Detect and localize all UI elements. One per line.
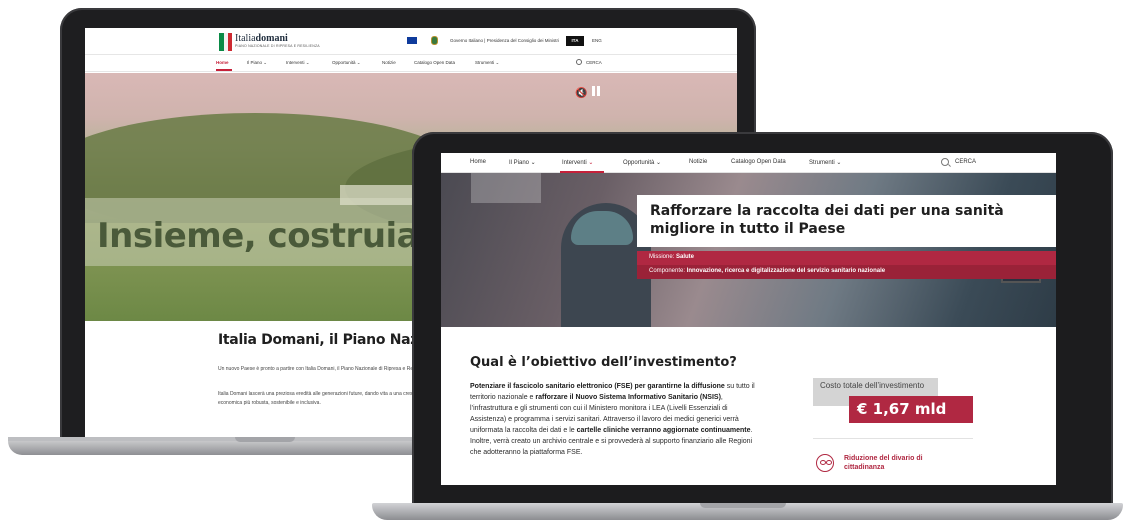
back-nav-catalogo[interactable]: Catalogo Open Data [414,60,455,65]
page-title: Rafforzare la raccolta dei dati per una … [650,203,1004,237]
nav-il-piano[interactable]: Il Piano ⌄ [509,159,536,166]
back-nav-active-underline [216,69,232,71]
component-label: Componente: [649,268,687,274]
investment-description: Potenziare il fascicolo sanitario elettr… [470,383,755,456]
back-paragraph-2: Italia Domani lascerà una preziosa eredi… [218,391,421,406]
back-nav-strumenti[interactable]: Strumenti ⌄ [475,60,499,66]
search-icon[interactable] [576,59,582,65]
search-label[interactable]: CERCA [955,159,976,165]
nav-home[interactable]: Home [470,159,486,165]
back-nav-il-piano[interactable]: Il Piano ⌄ [247,60,267,66]
nav-notizie[interactable]: Notizie [689,159,707,165]
lang-ita-button[interactable]: ITA [566,36,584,46]
cost-value: € 1,67 mld [857,400,947,418]
pause-icon[interactable] [592,86,601,96]
section-heading: Qual è l’obiettivo dell’investimento? [470,355,737,370]
back-search-label[interactable]: CERCA [586,60,602,65]
emblem-icon [431,36,438,45]
component-strip: Componente: Innovazione, ricerca e digit… [637,265,1056,279]
back-paragraph-1: Un nuovo Paese è pronto a partire con It… [218,366,432,372]
nav-opportunita[interactable]: Opportunità ⌄ [623,159,661,166]
mission-value[interactable]: Salute [676,254,694,260]
mission-label: Missione: [649,254,677,260]
back-nav-home[interactable]: Home [216,60,229,65]
front-laptop-screen: Home Il Piano ⌄ Interventi ⌄ Opportunità… [441,153,1056,485]
back-nav-opportunita[interactable]: Opportunità ⌄ [332,60,361,66]
lang-eng-button[interactable]: ENG [592,38,602,43]
goal-link[interactable]: Riduzione del divario di cittadinanza [844,454,954,472]
mute-icon[interactable]: 🔇 [575,88,587,99]
back-laptop-notch [235,437,295,442]
front-main-nav: Home Il Piano ⌄ Interventi ⌄ Opportunità… [441,153,1056,173]
devices-mockup: Italiadomani PIANO NAZIONALE DI RIPRESA … [0,0,1123,523]
nav-catalogo[interactable]: Catalogo Open Data [731,159,786,165]
citizenship-icon [816,454,834,472]
search-icon[interactable] [941,158,949,166]
eu-flag-icon [407,37,417,44]
cost-value-box: € 1,67 mld [849,396,973,423]
logo-subtitle: PIANO NAZIONALE DI RIPRESA E RESILIENZA [235,44,320,48]
mission-strip: Missione: Salute [637,251,1056,265]
nav-strumenti[interactable]: Strumenti ⌄ [809,159,841,166]
back-top-header: Italiadomani PIANO NAZIONALE DI RIPRESA … [85,28,737,55]
back-nav-interventi[interactable]: Interventi ⌄ [286,60,310,66]
hero-title-box: Rafforzare la raccolta dei dati per una … [637,195,1056,247]
component-value[interactable]: Innovazione, ricerca e digitalizzazione … [687,268,885,274]
divider [813,438,973,439]
front-hero: Rafforzare la raccolta dei dati per una … [441,173,1056,327]
cost-label: Costo totale dell’investimento [820,381,925,390]
gov-link[interactable]: Governo Italiano | Presidenza del Consig… [450,38,559,43]
nav-interventi[interactable]: Interventi ⌄ [562,159,593,166]
back-main-nav: Home Il Piano ⌄ Interventi ⌄ Opportunità… [85,55,737,72]
logo-text[interactable]: Italiadomani [235,33,288,44]
back-nav-notizie[interactable]: Notizie [382,60,396,65]
front-laptop-notch [700,503,786,508]
italia-domani-logo-icon[interactable] [219,33,232,51]
